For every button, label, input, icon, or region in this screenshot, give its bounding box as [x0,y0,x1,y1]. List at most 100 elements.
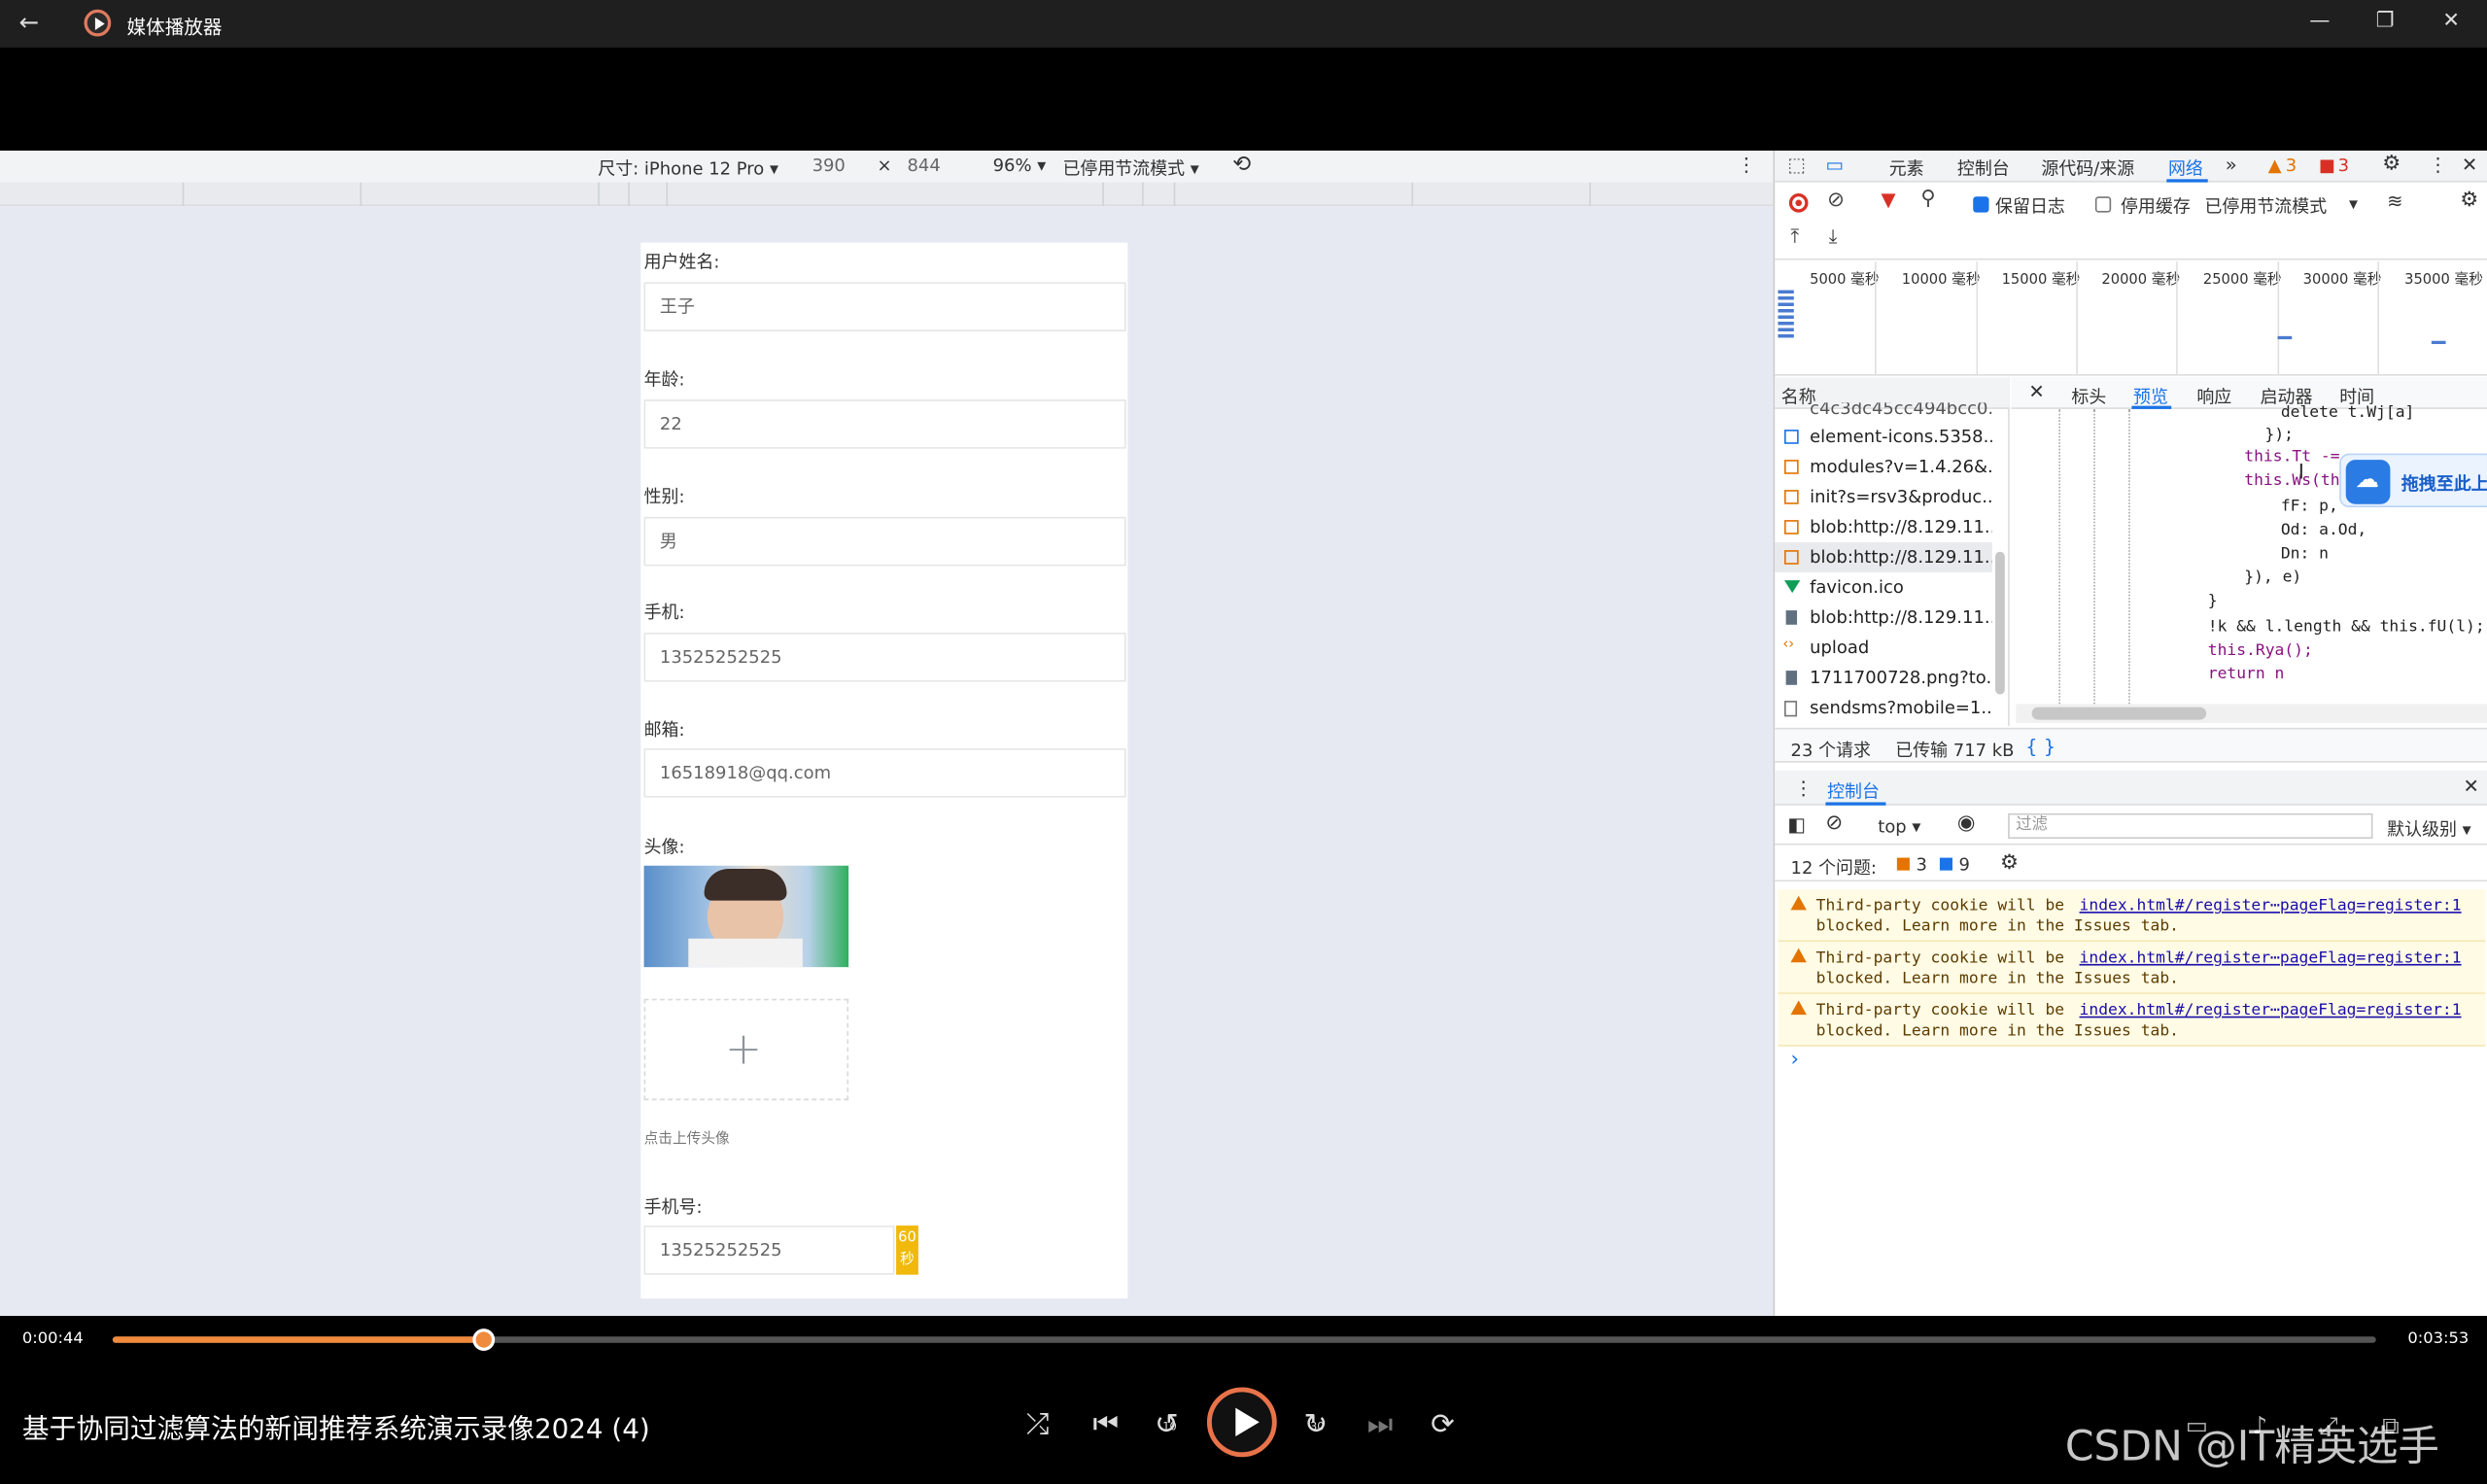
warning-source-link[interactable]: index.html#/register⋯pageFlag=register:1 [2080,896,2462,916]
script-file-icon [1784,490,1799,504]
console-prompt[interactable]: › [1791,1048,1799,1071]
drawer-tab-console[interactable]: 控制台 [1827,778,1880,804]
upload-box[interactable]: + [643,998,849,1101]
clear-icon[interactable]: ⊘ [1827,189,1845,212]
scrollbar-thumb[interactable] [2031,707,2207,720]
inspect-element-icon[interactable]: ⬚ [1787,154,1806,176]
request-row[interactable]: blob:http://8.129.11... [1775,512,1992,542]
device-select[interactable]: 尺寸: iPhone 12 Pro ▾ [598,155,778,181]
gender-input[interactable]: 男 [643,516,1126,567]
more-tabs-icon[interactable]: » [2226,154,2237,176]
response-preview-pane: ✕ 标头 预览 响应 启动器 时间 delete t.Wj[a] }); thi… [2011,377,2487,726]
record-icon[interactable] [1788,193,1809,213]
settings-gear-icon[interactable]: ⚙ [2382,153,2401,176]
drawer-menu-icon[interactable]: ⋮ [1794,777,1813,799]
console-clear-icon[interactable]: ⊘ [1825,811,1843,835]
error-count-icon[interactable]: ■ [2319,155,2335,176]
rotate-icon[interactable]: ⟲ [1232,153,1251,178]
request-row[interactable]: 1711700728.png?to... [1775,663,1992,693]
zoom-select[interactable]: 96% ▾ [993,155,1047,176]
console-warning-message[interactable]: Third-party cookie will be blocked. Lear… [1778,889,2486,943]
play-button[interactable] [1206,1387,1277,1458]
export-har-icon[interactable]: ⤓ [1829,225,1838,249]
next-icon[interactable]: ⏭ [1367,1408,1393,1441]
error-count: 3 [2337,155,2349,177]
request-row[interactable]: blob:http://8.129.11... [1775,603,1992,633]
seek-bar[interactable] [112,1329,2376,1351]
repeat-off-icon[interactable]: ⟳ [1431,1408,1455,1441]
warning-source-link[interactable]: index.html#/register⋯pageFlag=register:1 [2080,1000,2462,1020]
shuffle-icon[interactable]: ⤮ [1026,1408,1050,1441]
pretty-print-button[interactable]: { } [2025,736,2055,758]
request-row-selected[interactable]: blob:http://8.129.11... [1775,541,1992,572]
tab-network[interactable]: 网络 [2168,155,2203,181]
text-cursor-icon: I [2297,461,2305,486]
ruler-divider [666,182,669,207]
sidebar-toggle-icon[interactable]: ◧ [1787,813,1806,836]
timeline-bar [2431,340,2446,345]
drawer-close-icon[interactable]: ✕ [2463,776,2478,798]
issues-warning-count: 3 [1916,854,1927,876]
phone-input[interactable]: 13525252525 [643,632,1126,682]
document-file-icon [1784,701,1798,717]
issues-info-icon[interactable] [1939,857,1952,871]
filter-icon[interactable]: ▼ [1882,189,1896,211]
tab-sources[interactable]: 源代码/来源 [2041,155,2134,181]
log-levels-select[interactable]: 默认级别 ▾ [2387,816,2471,842]
request-row[interactable]: c4c3dc45cc494bcc0... [1775,402,1992,418]
live-expression-eye-icon[interactable]: ◉ [1957,811,1976,835]
send-sms-button[interactable]: 60秒 [896,1225,918,1275]
devtools-more-icon[interactable]: ⋮ [2429,154,2448,176]
request-row[interactable]: sendsms?mobile=1... [1775,693,1992,723]
username-label: 用户姓名: [643,252,720,273]
issues-warning-icon[interactable] [1896,857,1910,871]
age-input[interactable]: 22 [643,399,1126,449]
device-more-icon[interactable]: ⋮ [1737,154,1756,176]
seek-bar-knob[interactable] [472,1329,496,1351]
preserve-log-checkbox[interactable] [1973,196,1989,213]
request-list-scrollbar[interactable] [1995,551,2005,695]
request-row[interactable]: init?s=rsv3&produc... [1775,482,1992,512]
ruler-divider [598,182,600,207]
throttle-select[interactable]: 已停用节流模式 ▾ [1062,155,1198,181]
import-har-icon[interactable]: ⤒ [1791,225,1800,249]
restore-button[interactable]: ❐ [2376,10,2395,33]
tab-response[interactable]: 响应 [2196,384,2231,409]
console-warning-message[interactable]: Third-party cookie will be blocked. Lear… [1778,942,2486,994]
previous-icon[interactable]: ⏮ [1092,1408,1118,1441]
request-row[interactable]: element-icons.5358... [1775,422,1992,452]
device-toggle-icon[interactable]: ▭ [1825,154,1844,176]
device-width-input[interactable]: 390 [812,155,846,176]
back-arrow-icon[interactable]: ← [19,8,40,36]
minimize-button[interactable]: — [2309,10,2330,33]
tab-console[interactable]: 控制台 [1957,155,2010,181]
request-row[interactable]: upload [1775,633,1992,663]
warning-count-icon[interactable]: ▲ [2268,155,2282,176]
timeline-tick: 15000 毫秒 [2001,272,2081,289]
warning-source-link[interactable]: index.html#/register⋯pageFlag=register:1 [2080,949,2462,969]
console-warning-message[interactable]: Third-party cookie will be blocked. Lear… [1778,993,2486,1047]
console-filter-input[interactable]: 过滤 [2008,812,2373,840]
preview-horizontal-scrollbar[interactable] [2016,704,2487,723]
close-window-button[interactable]: ✕ [2442,10,2460,33]
network-throttle-select[interactable]: 已停用节流模式 [2204,193,2327,219]
devtools-close-icon[interactable]: ✕ [2462,154,2477,176]
device-height-input[interactable]: 844 [908,155,941,176]
throttle-dropdown-icon[interactable]: ▾ [2349,193,2358,214]
request-row[interactable]: modules?v=1.4.26&... [1775,452,1992,482]
username-input[interactable]: 王子 [643,282,1126,331]
context-select[interactable]: top ▾ [1878,816,1920,837]
request-row[interactable]: favicon.ico [1775,572,1992,603]
console-settings-gear-icon[interactable]: ⚙ [2000,851,2019,875]
avatar-image[interactable] [643,865,849,968]
wifi-conditions-icon[interactable]: ≋ [2387,190,2402,213]
network-settings-gear-icon[interactable]: ⚙ [2460,189,2478,212]
tab-headers[interactable]: 标头 [2071,384,2106,409]
search-icon[interactable]: ⚲ [1920,188,1936,211]
mobile-input[interactable]: 13525252525 [643,1225,895,1275]
close-detail-icon[interactable]: ✕ [2028,381,2044,403]
email-input[interactable]: 16518918@qq.com [643,748,1126,798]
tab-elements[interactable]: 元素 [1889,155,1924,181]
baidu-netdisk-drop-badge[interactable]: ☁ 拖拽至此上 [2339,453,2487,508]
disable-cache-checkbox[interactable] [2094,196,2112,213]
